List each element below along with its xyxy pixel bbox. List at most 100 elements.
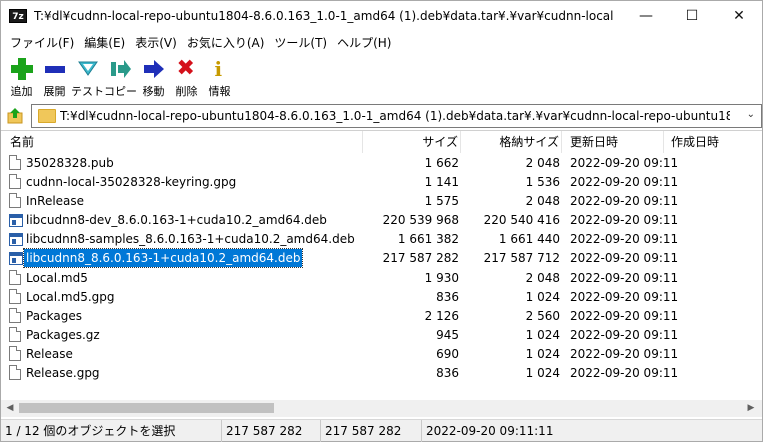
menu-favorites[interactable]: お気に入り(A): [182, 32, 270, 52]
document-icon: [9, 326, 22, 343]
document-icon: [9, 193, 22, 209]
file-name: Packages: [26, 308, 82, 323]
file-list: 名前 サイズ 格納サイズ 更新日時 作成日時 35028328.pub 1 662…: [1, 130, 762, 401]
scroll-right-icon[interactable]: ▶: [744, 401, 758, 415]
app-icon: 7z: [9, 9, 27, 23]
file-rows: 35028328.pub 1 662 2 048 2022-09-20 09:11 cu…: [1, 153, 762, 382]
delete-label: 削除: [175, 85, 198, 98]
file-row[interactable]: Local.md5.gpg 836 1 024 2022-09-20 09:11: [1, 287, 762, 306]
document-icon: [9, 269, 22, 286]
scroll-left-icon[interactable]: ◀: [3, 401, 17, 415]
column-header-created[interactable]: 作成日時: [664, 131, 762, 153]
file-row[interactable]: InRelease 1 575 2 048 2022-09-20 09:11: [1, 191, 762, 210]
file-row[interactable]: Release.gpg 836 1 024 2022-09-20 09:11: [1, 363, 762, 382]
scrollbar-thumb[interactable]: [19, 403, 274, 413]
menu-tools[interactable]: ツール(T): [269, 32, 332, 52]
move-button[interactable]: 移動: [137, 54, 170, 99]
minimize-button[interactable]: —: [623, 1, 669, 32]
file-modified: 2022-09-20 09:11: [570, 270, 679, 285]
package-file-icon: [9, 250, 23, 266]
package-file-icon: [9, 212, 23, 228]
file-row[interactable]: 35028328.pub 1 662 2 048 2022-09-20 09:11: [1, 153, 762, 172]
file-size: 217 587 282: [382, 251, 459, 266]
file-row[interactable]: libcudnn8_8.6.0.163-1+cuda10.2_amd64.deb…: [1, 248, 762, 269]
file-modified: 2022-09-20 09:11: [570, 156, 679, 170]
test-icon: [76, 57, 100, 81]
file-modified: 2022-09-20 09:11: [570, 194, 679, 209]
document-icon: [9, 345, 22, 362]
info-label: 情報: [208, 85, 231, 98]
file-size: 220 539 968: [382, 213, 459, 228]
maximize-button[interactable]: ☐: [669, 1, 715, 32]
column-header-modified[interactable]: 更新日時: [562, 131, 664, 153]
status-selection: 1 / 12 個のオブジェクトを選択: [1, 420, 222, 442]
path-text: T:¥dl¥cudnn-local-repo-ubuntu1804-8.6.0.…: [60, 109, 730, 123]
chevron-down-icon[interactable]: ⌄: [747, 109, 755, 120]
file-size: 1 141: [424, 175, 459, 190]
up-folder-icon[interactable]: [6, 107, 24, 125]
document-icon: [9, 365, 22, 381]
file-size: 1 661 382: [397, 232, 459, 247]
file-row[interactable]: libcudnn8-samples_8.6.0.163-1+cuda10.2_a…: [1, 229, 762, 248]
info-button[interactable]: i 情報: [203, 54, 236, 99]
extract-label: 展開: [43, 85, 66, 98]
file-name: InRelease: [26, 194, 85, 209]
status-bar: 1 / 12 個のオブジェクトを選択 217 587 282 217 587 2…: [1, 419, 762, 442]
menu-view[interactable]: 表示(V): [130, 32, 182, 52]
file-row[interactable]: cudnn-local-35028328-keyring.gpg 1 141 1 5…: [1, 172, 762, 191]
file-row[interactable]: Packages 2 126 2 560 2022-09-20 09:11: [1, 306, 762, 325]
file-name: Packages.gz: [26, 327, 100, 342]
folder-icon: [38, 109, 56, 123]
file-packed-size: 2 048: [525, 156, 560, 170]
path-field[interactable]: T:¥dl¥cudnn-local-repo-ubuntu1804-8.6.0.…: [31, 104, 762, 128]
file-row[interactable]: Packages.gz 945 1 024 2022-09-20 09:11: [1, 325, 762, 344]
close-button[interactable]: ✕: [716, 1, 762, 32]
file-name: Local.md5: [26, 270, 88, 285]
file-row[interactable]: Local.md5 1 930 2 048 2022-09-20 09:11: [1, 268, 762, 287]
status-modified: 2022-09-20 09:11:11: [426, 424, 554, 438]
file-packed-size: 1 024: [525, 289, 560, 304]
menu-file[interactable]: ファイル(F): [5, 32, 79, 52]
copy-icon: [109, 57, 133, 81]
file-packed-size: 2 048: [525, 194, 560, 209]
delete-button[interactable]: ✖ 削除: [170, 54, 203, 99]
file-name: libcudnn8_8.6.0.163-1+cuda10.2_amd64.deb: [22, 248, 304, 269]
menu-help[interactable]: ヘルプ(H): [332, 32, 396, 52]
file-packed-size: 2 048: [525, 270, 560, 285]
copy-button[interactable]: コピー: [104, 54, 137, 99]
file-modified: 2022-09-20 09:11: [570, 251, 679, 266]
file-name: Release.gpg: [26, 366, 100, 381]
add-label: 追加: [10, 85, 33, 98]
file-packed-size: 1 024: [525, 366, 560, 381]
info-icon: i: [214, 57, 223, 81]
extract-icon: [43, 57, 67, 81]
column-header-packed-size[interactable]: 格納サイズ: [461, 131, 562, 153]
menu-bar: ファイル(F) 編集(E) 表示(V) お気に入り(A) ツール(T) ヘルプ(…: [1, 32, 762, 52]
file-size: 1 930: [424, 270, 459, 285]
file-row[interactable]: libcudnn8-dev_8.6.0.163-1+cuda10.2_amd64…: [1, 210, 762, 229]
file-name: 35028328.pub: [26, 156, 114, 170]
file-size: 690: [436, 346, 459, 361]
address-bar: T:¥dl¥cudnn-local-repo-ubuntu1804-8.6.0.…: [1, 103, 762, 129]
title-bar[interactable]: 7z T:¥dl¥cudnn-local-repo-ubuntu1804-8.6…: [1, 1, 762, 32]
file-packed-size: 1 024: [525, 346, 560, 361]
test-button[interactable]: テスト: [71, 54, 104, 99]
test-label: テスト: [71, 85, 104, 98]
horizontal-scrollbar[interactable]: ◀ ▶: [1, 400, 762, 417]
file-packed-size: 217 587 712: [483, 251, 560, 266]
archive-window: 7z T:¥dl¥cudnn-local-repo-ubuntu1804-8.6…: [0, 0, 763, 442]
file-size: 1 662: [424, 156, 459, 170]
add-button[interactable]: 追加: [5, 54, 38, 99]
toolbar: 追加 展開 テスト コピー 移動 ✖ 削除 i 情報: [1, 54, 762, 99]
extract-button[interactable]: 展開: [38, 54, 71, 99]
file-name: Release: [26, 346, 73, 361]
file-modified: 2022-09-20 09:11: [570, 213, 679, 228]
file-name: libcudnn8-dev_8.6.0.163-1+cuda10.2_amd64…: [26, 213, 327, 228]
file-row[interactable]: Release 690 1 024 2022-09-20 09:11: [1, 344, 762, 363]
file-modified: 2022-09-20 09:11: [570, 366, 679, 381]
file-packed-size: 1 024: [525, 327, 560, 342]
column-header-size[interactable]: サイズ: [363, 131, 461, 153]
file-modified: 2022-09-20 09:11: [570, 327, 679, 342]
menu-edit[interactable]: 編集(E): [79, 32, 130, 52]
column-header-name[interactable]: 名前: [1, 131, 363, 153]
